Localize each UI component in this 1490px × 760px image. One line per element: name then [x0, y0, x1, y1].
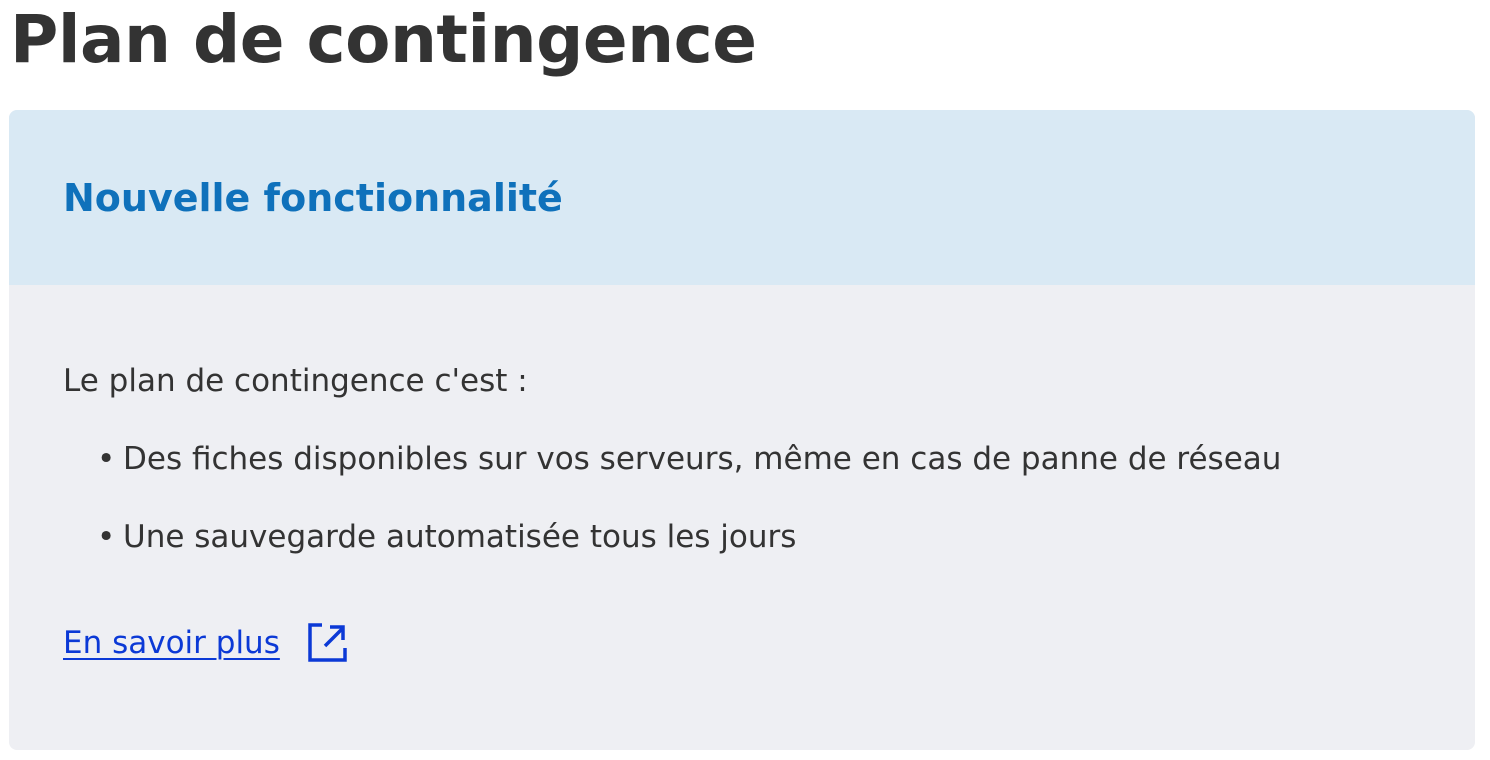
- card-body: Le plan de contingence c'est : • Des fic…: [9, 285, 1475, 750]
- learn-more-link-label[interactable]: En savoir plus: [63, 621, 280, 665]
- list-item: • Des fiches disponibles sur vos serveur…: [97, 437, 1281, 515]
- card-header-title: Nouvelle fonctionnalité: [63, 176, 563, 220]
- card-header: Nouvelle fonctionnalité: [9, 110, 1475, 285]
- feature-list: • Des fiches disponibles sur vos serveur…: [97, 437, 1281, 593]
- feature-card: Nouvelle fonctionnalité Le plan de conti…: [9, 110, 1475, 750]
- external-link-icon[interactable]: [306, 622, 348, 664]
- page-title: Plan de contingence: [10, 1, 757, 78]
- learn-more-link[interactable]: En savoir plus: [63, 621, 348, 665]
- list-item: • Une sauvegarde automatisée tous les jo…: [97, 515, 1281, 593]
- list-item-text: Une sauvegarde automatisée tous les jour…: [123, 519, 797, 555]
- bullet-icon: •: [97, 441, 116, 477]
- list-item-text: Des fiches disponibles sur vos serveurs,…: [123, 441, 1282, 477]
- card-intro-text: Le plan de contingence c'est :: [63, 363, 528, 399]
- bullet-icon: •: [97, 519, 116, 555]
